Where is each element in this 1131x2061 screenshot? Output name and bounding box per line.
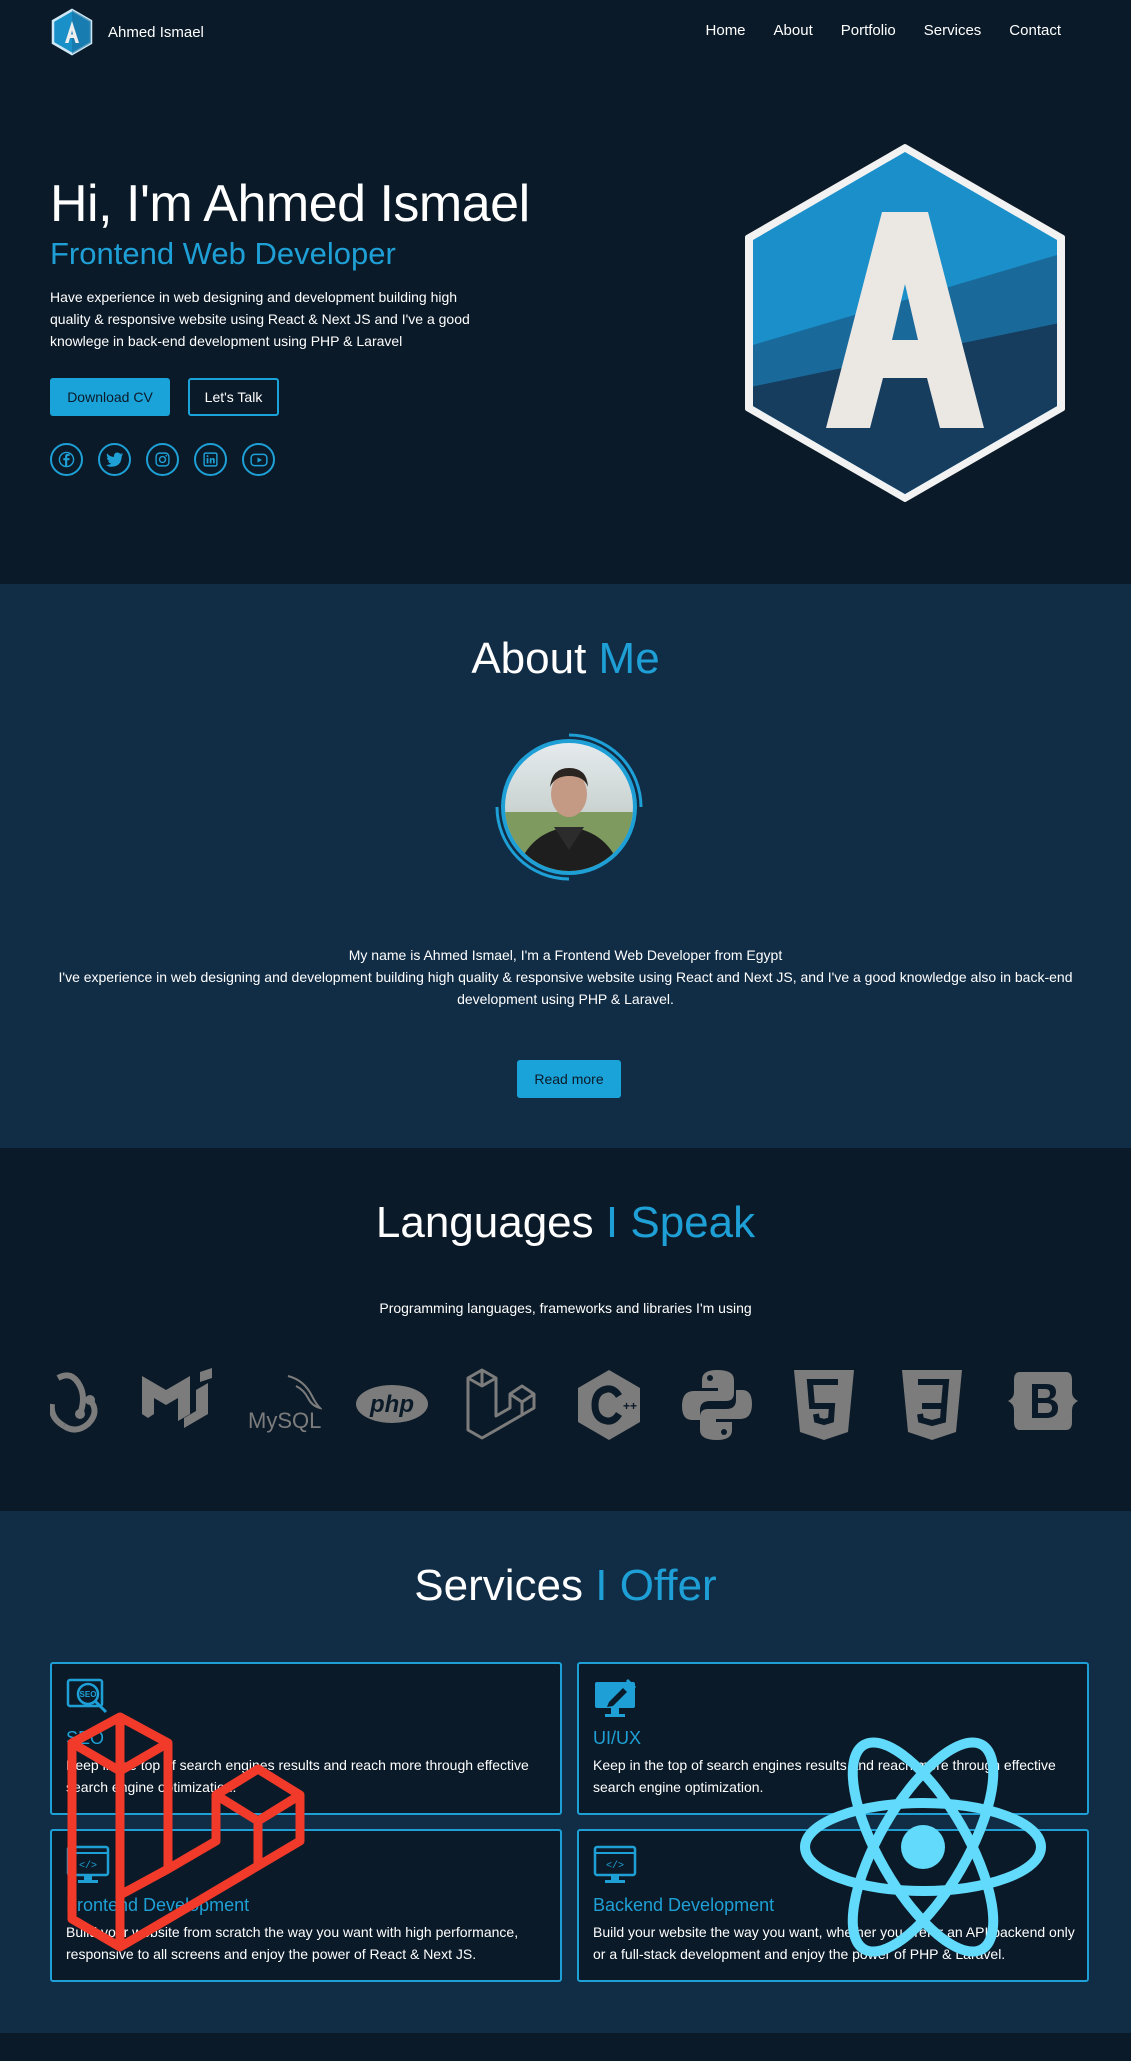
download-cv-button[interactable]: Download CV	[50, 378, 170, 416]
languages-description: Programming languages, frameworks and li…	[379, 1300, 752, 1316]
code-monitor-icon: </>	[593, 1845, 637, 1883]
hero-logo-icon	[745, 144, 1065, 502]
nav-services[interactable]: Services	[924, 22, 982, 39]
python-icon	[682, 1370, 752, 1440]
about-line-2: I've experience in web designing and dev…	[58, 969, 1073, 1007]
bootstrap-icon	[1008, 1372, 1078, 1430]
react-overlay-icon	[800, 1737, 1046, 1957]
redux-icon	[50, 1372, 98, 1433]
service-title: Backend Development	[593, 1895, 775, 1915]
mysql-text: MySQL	[248, 1408, 321, 1433]
instagram-icon[interactable]	[146, 443, 179, 476]
youtube-icon[interactable]	[242, 443, 275, 476]
php-icon: php	[356, 1385, 428, 1423]
service-title: UI/UX	[593, 1728, 642, 1748]
laravel-overlay-icon	[67, 1712, 305, 1952]
hero-section: Hi, I'm Ahmed Ismael Frontend Web Develo…	[0, 64, 1131, 584]
hero-subtitle: Frontend Web Developer	[50, 236, 396, 271]
seo-icon-text: SEO	[80, 1690, 97, 1699]
about-title-main: About	[471, 634, 587, 683]
hero-description: Have experience in web designing and dev…	[50, 289, 470, 349]
materialui-icon	[142, 1368, 212, 1428]
mysql-icon: MySQL	[248, 1375, 322, 1433]
linkedin-icon[interactable]	[194, 443, 227, 476]
lets-talk-button[interactable]: Let's Talk	[188, 378, 279, 416]
about-text: My name is Ahmed Ismael, I'm a Frontend …	[50, 944, 1081, 1010]
php-text: php	[369, 1391, 414, 1418]
languages-title: Languages I Speak	[0, 1198, 1131, 1248]
css3-icon	[902, 1370, 962, 1440]
navbar: Ahmed Ismael Home About Portfolio Servic…	[0, 0, 1131, 64]
avatar-photo	[495, 733, 643, 881]
nav-contact[interactable]: Contact	[1009, 22, 1061, 39]
html5-icon	[794, 1370, 854, 1440]
languages-section: Languages I Speak Programming languages,…	[0, 1148, 1131, 1511]
nav-menu: Home About Portfolio Services Contact	[706, 22, 1061, 39]
tech-icons-row: MySQL php ++	[50, 1368, 1081, 1448]
cplusplus-icon: ++	[578, 1370, 640, 1440]
read-more-button[interactable]: Read more	[517, 1060, 621, 1098]
services-title-accent: I Offer	[595, 1561, 717, 1610]
nav-about[interactable]: About	[774, 22, 813, 39]
about-section: About Me My name is Ahmed Ismael, I'm a …	[0, 584, 1131, 1148]
about-title: About Me	[0, 634, 1131, 684]
footer-band	[0, 2033, 1131, 2061]
laravel-icon	[466, 1368, 536, 1440]
design-icon	[595, 1678, 637, 1717]
svg-text:++: ++	[623, 1399, 637, 1413]
social-links	[50, 443, 275, 476]
about-title-accent: Me	[598, 634, 660, 683]
logo-icon	[51, 8, 93, 56]
logo[interactable]: Ahmed Ismael	[50, 8, 204, 56]
brand-name: Ahmed Ismael	[108, 23, 204, 41]
hero-title: Hi, I'm Ahmed Ismael	[50, 175, 530, 233]
nav-portfolio[interactable]: Portfolio	[841, 22, 896, 39]
about-line-1: My name is Ahmed Ismael, I'm a Frontend …	[348, 947, 783, 963]
services-section: Services I Offer SEO SEO Keep in the top…	[0, 1511, 1131, 2033]
services-title: Services I Offer	[0, 1561, 1131, 1611]
languages-title-accent: I Speak	[605, 1198, 756, 1247]
svg-text:</>: </>	[606, 1860, 624, 1872]
avatar	[494, 732, 644, 882]
twitter-icon[interactable]	[98, 443, 131, 476]
languages-title-main: Languages	[375, 1198, 594, 1247]
nav-home[interactable]: Home	[706, 22, 746, 39]
services-title-main: Services	[414, 1561, 584, 1610]
facebook-icon[interactable]	[50, 443, 83, 476]
